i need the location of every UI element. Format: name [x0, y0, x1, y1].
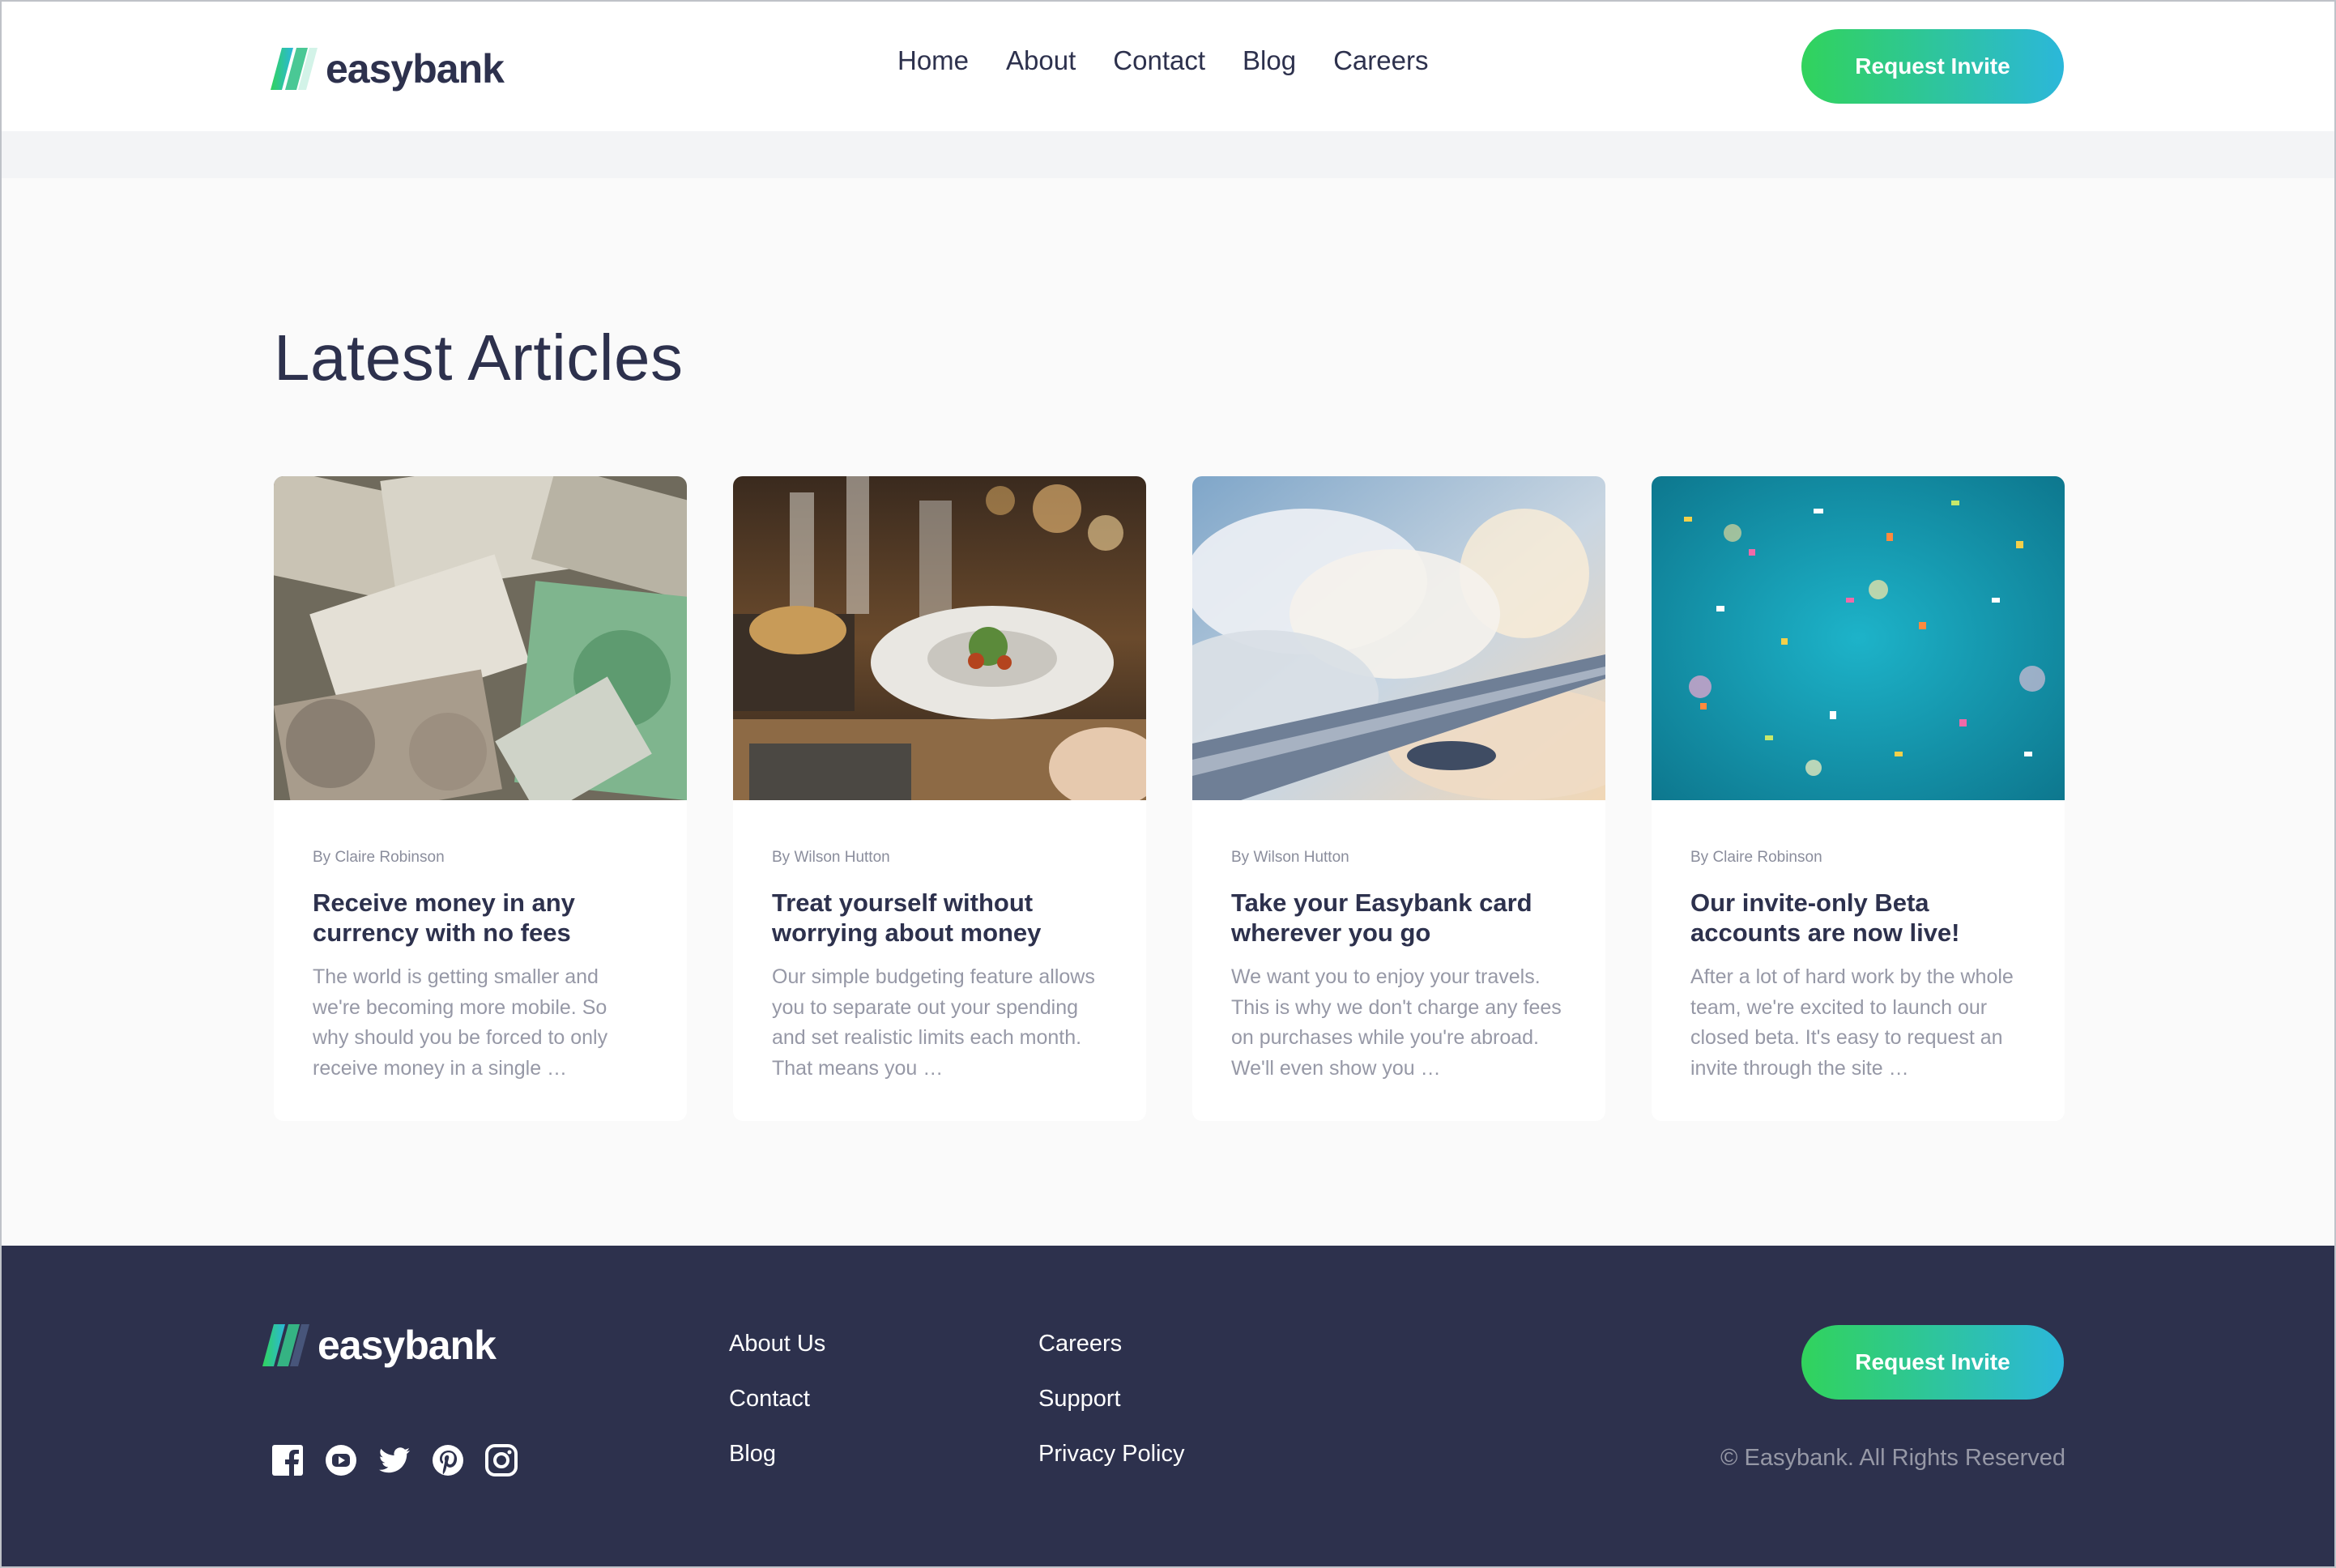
nav-home[interactable]: Home: [897, 45, 969, 76]
logo-mark-icon: [262, 1324, 309, 1366]
footer-link-support[interactable]: Support: [1038, 1387, 1185, 1411]
facebook-icon[interactable]: [271, 1443, 305, 1477]
article-author: By Wilson Hutton: [1231, 849, 1349, 866]
article-title[interactable]: Our invite-only Beta accounts are now li…: [1690, 888, 2026, 948]
footer-request-invite-button[interactable]: Request Invite: [1801, 1325, 2064, 1400]
pinterest-icon[interactable]: [431, 1443, 465, 1477]
currency-banknotes-image: [274, 476, 687, 800]
article-author: By Claire Robinson: [1690, 849, 1822, 866]
article-title[interactable]: Treat yourself without worrying about mo…: [772, 888, 1107, 948]
article-excerpt: Our simple budgeting feature allows you …: [772, 965, 1095, 1080]
article-card[interactable]: By Claire Robinson Our invite-only Beta …: [1652, 476, 2065, 1121]
footer-logo[interactable]: easybank: [262, 1322, 497, 1369]
site-footer: easybank About Us Contact Blog Careers S…: [0, 1246, 2336, 1568]
twitter-icon[interactable]: [377, 1443, 411, 1477]
youtube-icon[interactable]: [324, 1443, 358, 1477]
footer-links-primary: About Us Contact Blog: [729, 1332, 825, 1466]
footer-link-careers[interactable]: Careers: [1038, 1332, 1185, 1356]
footer-links-secondary: Careers Support Privacy Policy: [1038, 1332, 1185, 1466]
confetti-image: [1652, 476, 2065, 800]
footer-link-privacy-policy[interactable]: Privacy Policy: [1038, 1442, 1185, 1466]
nav-contact[interactable]: Contact: [1113, 45, 1205, 76]
social-links: [271, 1443, 518, 1477]
logo-mark-icon: [271, 48, 318, 90]
nav-careers[interactable]: Careers: [1333, 45, 1428, 76]
logo-text: easybank: [318, 1323, 497, 1368]
article-title[interactable]: Take your Easybank card wherever you go: [1231, 888, 1567, 948]
article-excerpt: After a lot of hard work by the whole te…: [1690, 965, 2014, 1080]
article-title[interactable]: Receive money in any currency with no fe…: [313, 888, 648, 948]
articles-heading: Latest Articles: [274, 322, 684, 394]
logo-text: easybank: [326, 46, 505, 92]
article-author: By Wilson Hutton: [772, 849, 890, 866]
restaurant-dinner-image: [733, 476, 1146, 800]
header-logo[interactable]: easybank: [271, 45, 505, 92]
nav-about[interactable]: About: [1006, 45, 1076, 76]
footer-link-contact[interactable]: Contact: [729, 1387, 825, 1411]
header-divider-band: [0, 131, 2336, 178]
article-author: By Claire Robinson: [313, 849, 445, 866]
airplane-wing-clouds-image: [1192, 476, 1605, 800]
copyright-text: © Easybank. All Rights Reserved: [1720, 1445, 2065, 1471]
article-card[interactable]: By Claire Robinson Receive money in any …: [274, 476, 687, 1121]
main-nav: Home About Contact Blog Careers: [897, 45, 1428, 76]
footer-link-about-us[interactable]: About Us: [729, 1332, 825, 1356]
footer-link-blog[interactable]: Blog: [729, 1442, 825, 1466]
article-card[interactable]: By Wilson Hutton Treat yourself without …: [733, 476, 1146, 1121]
request-invite-button[interactable]: Request Invite: [1801, 29, 2064, 104]
article-excerpt: The world is getting smaller and we're b…: [313, 965, 608, 1080]
nav-blog[interactable]: Blog: [1243, 45, 1296, 76]
article-card[interactable]: By Wilson Hutton Take your Easybank card…: [1192, 476, 1605, 1121]
site-header: easybank Home About Contact Blog Careers…: [0, 0, 2336, 131]
instagram-icon[interactable]: [484, 1443, 518, 1477]
article-excerpt: We want you to enjoy your travels. This …: [1231, 965, 1562, 1080]
